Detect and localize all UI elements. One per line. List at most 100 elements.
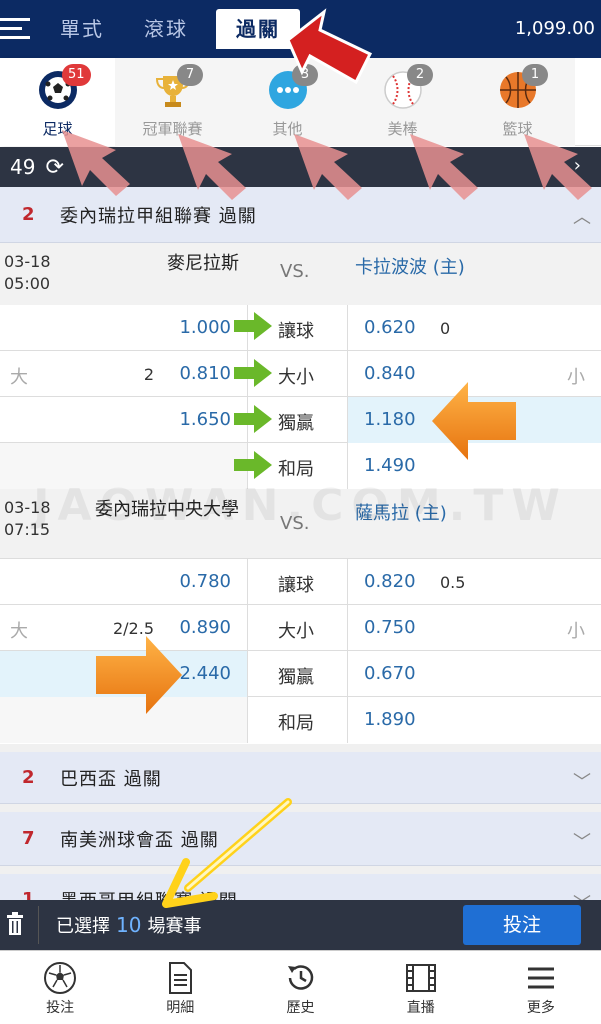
left-odds-cell[interactable]: 1.000 <box>0 305 248 351</box>
sport-count-badge: 51 <box>62 64 91 86</box>
sport-label: 足球 <box>42 120 73 138</box>
chevron-down-icon[interactable]: ﹀ <box>573 768 591 794</box>
right-odds-cell-selected[interactable]: 1.180 <box>348 397 601 443</box>
league-name: 南美洲球會盃 過關 <box>60 829 219 851</box>
left-line: 2/2.5 <box>112 619 154 638</box>
nav-label: 明細 <box>166 1000 195 1016</box>
history-icon <box>287 965 313 990</box>
sport-label: 其他 <box>272 120 303 138</box>
nav-live[interactable]: 直播 <box>361 951 481 1024</box>
match-header: 03-18 05:00 麥尼拉斯 VS. 卡拉波波 (主) <box>0 243 601 311</box>
sport-label: 籃球 <box>502 120 533 138</box>
left-odds-cell[interactable]: 大 2/2.5 0.890 <box>0 605 248 651</box>
left-odds-cell[interactable]: 0.780 <box>0 559 248 605</box>
tab-parlay[interactable]: 過關 <box>216 9 300 49</box>
account-balance: 1,099.00 <box>514 18 595 39</box>
filter-bar: 49 ⟳ › <box>0 147 601 187</box>
nav-label: 歷史 <box>286 1000 315 1016</box>
right-odds: 0.820 <box>364 571 416 592</box>
soccer-ball-icon <box>44 962 77 994</box>
under-label: 小 <box>567 621 585 642</box>
league-count: 2 <box>22 204 35 225</box>
over-label: 大 <box>10 621 28 642</box>
selection-count: 10 <box>116 913 142 937</box>
right-odds: 0.670 <box>364 663 416 684</box>
odds-row: 大 2/2.5 0.890 大小 0.750 小 <box>0 605 601 651</box>
vs-label: VS. <box>280 261 310 282</box>
sport-tab-champions[interactable]: 7 冠軍聯賽 <box>115 58 230 146</box>
selection-summary: 已選擇 10 場賽事 <box>56 912 201 938</box>
right-odds-cell[interactable]: 0.620 0 <box>348 305 601 351</box>
under-label: 小 <box>567 367 585 388</box>
left-odds: 2.440 <box>179 663 231 684</box>
bet-type-label: 和局 <box>278 459 314 480</box>
top-header: 單式 滾球 過關 1,099.00 <box>0 0 601 58</box>
league-header[interactable]: 7 南美洲球會盃 過關 ﹀ <box>0 804 601 866</box>
watermark: JAOWAN.COM.TW <box>33 480 568 531</box>
odds-row: 和局 1.890 <box>0 697 601 743</box>
right-odds: 0.840 <box>364 363 416 384</box>
left-odds-cell[interactable]: 1.650 <box>0 397 248 443</box>
left-odds: 0.780 <box>179 571 231 592</box>
hamburger-menu-icon[interactable] <box>0 0 40 58</box>
left-odds: 1.650 <box>179 409 231 430</box>
sport-count-badge: 7 <box>177 64 203 86</box>
league-header[interactable]: 2 委內瑞拉甲組聯賽 過關 ︿ <box>0 187 601 243</box>
bet-type-label: 大小 <box>278 621 314 642</box>
sport-count-badge: 1 <box>522 64 548 86</box>
right-odds-cell[interactable]: 1.890 <box>348 697 601 743</box>
nav-label: 投注 <box>46 1000 75 1016</box>
league-name: 委內瑞拉甲組聯賽 過關 <box>60 205 257 227</box>
right-odds-cell[interactable]: 0.670 <box>348 651 601 697</box>
sport-label: 冠軍聯賽 <box>142 120 203 138</box>
place-bet-button[interactable]: 投注 <box>463 905 581 945</box>
nav-bet[interactable]: 投注 <box>0 951 120 1024</box>
right-odds: 0.620 <box>364 317 416 338</box>
refresh-icon[interactable]: ⟳ <box>45 155 63 180</box>
sport-selector: 51 足球 7 冠軍聯賽 3 其他 2 美棒 1 籃球 <box>0 58 601 146</box>
tab-single[interactable]: 單式 <box>40 9 124 49</box>
sport-tab-baseball[interactable]: 2 美棒 <box>345 58 460 146</box>
tab-live[interactable]: 滾球 <box>124 9 208 49</box>
right-odds: 1.490 <box>364 455 416 476</box>
sport-tab-other[interactable]: 3 其他 <box>230 58 345 146</box>
match-date: 03-18 <box>4 252 51 271</box>
odds-row: 1.000 讓球 0.620 0 <box>0 305 601 351</box>
nav-history[interactable]: 歷史 <box>240 951 360 1024</box>
right-odds-cell[interactable]: 0.750 小 <box>348 605 601 651</box>
left-odds-cell[interactable]: 大 2 0.810 <box>0 351 248 397</box>
document-icon <box>169 962 193 994</box>
league-header[interactable]: 2 巴西盃 過關 ﹀ <box>0 744 601 804</box>
bet-type-label: 獨贏 <box>278 413 314 434</box>
film-icon <box>405 964 436 992</box>
away-team: 卡拉波波 (主) <box>355 257 465 278</box>
chevron-right-icon[interactable]: › <box>574 155 581 176</box>
over-label: 大 <box>10 367 28 388</box>
left-odds: 0.890 <box>179 617 231 638</box>
bottom-nav: 投注 明細 歷史 直播 更多 <box>0 950 601 1024</box>
chevron-up-icon[interactable]: ︿ <box>573 203 591 229</box>
right-odds-cell[interactable]: 0.840 小 <box>348 351 601 397</box>
left-odds: 1.000 <box>179 317 231 338</box>
bet-type-label: 讓球 <box>278 321 314 342</box>
menu-icon <box>527 967 554 989</box>
league-count: 7 <box>22 828 35 849</box>
home-team: 麥尼拉斯 <box>167 253 239 274</box>
right-odds: 1.180 <box>364 409 416 430</box>
left-line: 2 <box>143 365 154 384</box>
right-odds: 1.890 <box>364 709 416 730</box>
left-odds-cell-selected[interactable]: 2.440 <box>0 651 248 697</box>
sport-tab-soccer[interactable]: 51 足球 <box>0 58 115 146</box>
trash-icon[interactable] <box>6 912 24 936</box>
chevron-down-icon[interactable]: ﹀ <box>573 828 591 854</box>
right-odds-cell[interactable]: 0.820 0.5 <box>348 559 601 605</box>
nav-label: 直播 <box>406 1000 435 1016</box>
nav-details[interactable]: 明細 <box>120 951 240 1024</box>
match-count: 49 <box>10 155 36 179</box>
right-line: 0 <box>440 319 451 338</box>
nav-more[interactable]: 更多 <box>481 951 601 1024</box>
bet-type-label: 獨贏 <box>278 667 314 688</box>
odds-row: 大 2 0.810 大 小 0.840 小 <box>0 351 601 397</box>
sport-tab-basketball[interactable]: 1 籃球 <box>460 58 575 146</box>
match-datetime: 03-18 05:00 <box>4 251 51 295</box>
